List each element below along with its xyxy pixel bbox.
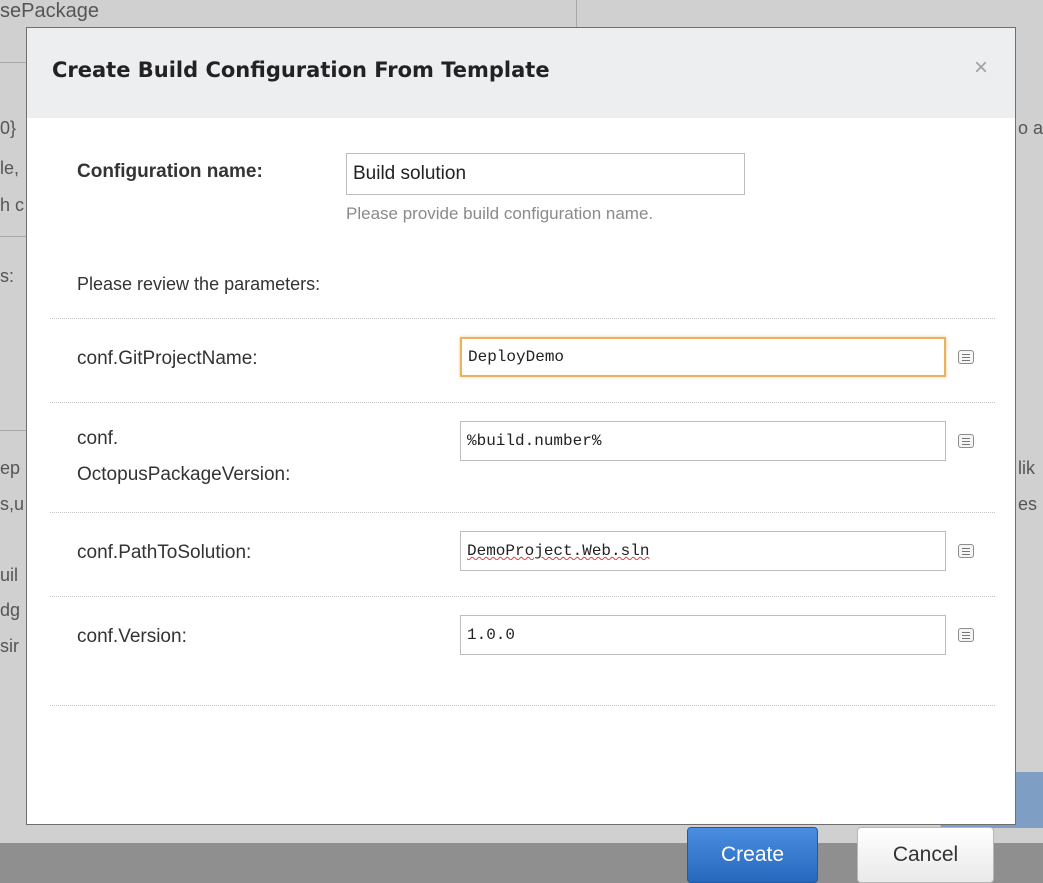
create-button[interactable]: Create [687,827,818,883]
dialog-title: Create Build Configuration From Template [52,58,550,82]
parameter-row: conf. OctopusPackageVersion: [50,402,995,512]
background-text: dg [0,600,21,620]
configuration-name-hint: Please provide build configuration name. [346,204,654,223]
background-text: uil [0,565,19,585]
background-text: o a [1018,118,1043,138]
edit-parameter-icon[interactable] [958,434,974,448]
parameters-list: conf.GitProjectName: conf. OctopusPackag… [50,318,995,706]
review-parameters-text: Please review the parameters: [77,274,321,294]
parameter-input-version[interactable] [460,615,946,655]
configuration-name-input[interactable] [346,153,745,195]
background-text: es [1018,494,1038,514]
background-text: h c [0,195,25,215]
background-divider [576,0,577,30]
edit-parameter-icon[interactable] [958,544,974,558]
close-icon[interactable]: × [969,56,993,80]
parameter-label: conf.GitProjectName: [77,348,258,369]
cancel-button[interactable]: Cancel [857,827,994,883]
parameter-row: conf.Version: [50,596,995,706]
edit-parameter-icon[interactable] [958,628,974,642]
background-text: lik [1018,458,1035,478]
background-text: le, [0,158,20,178]
parameter-row: conf.GitProjectName: [50,318,995,402]
background-text: ep [0,458,21,478]
create-build-configuration-dialog: Create Build Configuration From Template… [26,27,1016,883]
background-text: sePackage [0,0,99,22]
parameter-input-git-project-name[interactable] [460,337,946,377]
dialog-header: Create Build Configuration From Template… [27,28,1015,118]
background-text: s,u [0,494,25,514]
background-divider [0,236,26,237]
parameter-label: conf.PathToSolution: [77,542,252,563]
background-divider [0,62,26,63]
parameter-input-octopus-package-version[interactable] [460,421,946,461]
parameter-label: conf. OctopusPackageVersion: [77,428,291,485]
background-divider [0,430,26,431]
edit-parameter-icon[interactable] [958,350,974,364]
background-text: sir [0,636,19,656]
background-text: s: [0,266,15,286]
configuration-name-label: Configuration name: [77,161,263,182]
parameter-row: conf.PathToSolution: [50,512,995,596]
background-text: 0} [0,118,17,138]
parameter-label: conf.Version: [77,626,187,647]
parameter-input-path-to-solution[interactable] [460,531,946,571]
